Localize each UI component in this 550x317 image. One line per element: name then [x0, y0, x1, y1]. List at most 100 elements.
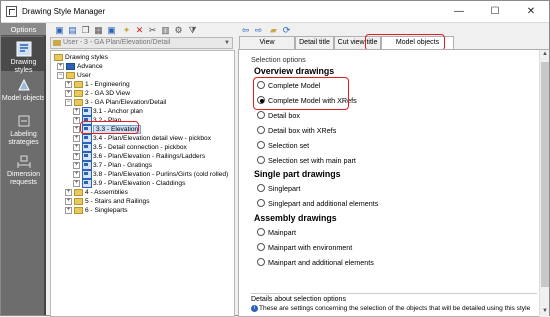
radio-label: Mainpart and additional elements — [268, 258, 374, 267]
new-icon[interactable]: ✦ — [121, 25, 132, 35]
delete-icon[interactable]: ✕ — [134, 25, 145, 35]
radio-label: Detail box with XRefs — [268, 126, 337, 135]
tree-node-assemblies[interactable]: +4 - Assemblies — [65, 188, 128, 197]
scrollbar-thumb[interactable] — [541, 62, 549, 287]
radio-circle[interactable] — [257, 184, 265, 193]
tree-node-ga-plan-elevation-detail[interactable]: − 3 - GA Plan/Elevation/Detail — [65, 98, 166, 107]
folder-icon[interactable]: ▰ — [268, 25, 279, 35]
tab-view-arrangement[interactable]: View arrangement — [239, 36, 295, 58]
chevron-down-icon[interactable]: ▼ — [224, 38, 230, 48]
expand-icon[interactable]: + — [73, 161, 80, 169]
expand-icon[interactable]: + — [73, 170, 80, 178]
filter-icon[interactable]: ⧩ — [187, 25, 198, 35]
tree-node-user[interactable]: − User — [57, 71, 91, 80]
save-as-icon[interactable]: ▤ — [67, 25, 78, 35]
scroll-up-icon[interactable]: ▲ — [541, 51, 549, 57]
settings-icon[interactable]: ⚙ — [173, 25, 184, 35]
paste-icon[interactable]: ▦ — [93, 25, 104, 35]
tree-node-ga-3d-view[interactable]: +2 - GA 3D View — [65, 89, 130, 98]
tree-node-stairs-railings[interactable]: +5 - Stairs and Railings — [65, 197, 150, 206]
labeling-icon — [18, 115, 29, 127]
properties-icon[interactable]: ▣ — [106, 25, 117, 35]
expand-icon[interactable]: + — [73, 179, 80, 187]
expand-icon[interactable]: + — [65, 206, 72, 214]
radio-circle[interactable] — [257, 156, 265, 165]
refresh-icon[interactable]: ⟳ — [281, 25, 292, 35]
details-section: Details about selection options i These … — [251, 293, 537, 317]
tree-node-engineering[interactable]: +1 - Engineering — [65, 80, 130, 89]
tree-node-purlins-girts[interactable]: +3.8 - Plan/Elevation - Purlins/Girts (c… — [73, 170, 228, 180]
drawing-style-icon — [82, 161, 92, 171]
expand-icon[interactable]: + — [73, 125, 80, 133]
radio-label: Selection set — [268, 141, 310, 150]
radio-circle[interactable] — [257, 228, 265, 237]
sidebar-item-dimension-requests[interactable]: Dimension requests — [1, 151, 46, 186]
copy-icon[interactable]: ❐ — [80, 25, 91, 35]
folder-icon — [66, 71, 75, 79]
tree-node-singleparts[interactable]: +6 - Singleparts — [65, 206, 128, 215]
maximize-button[interactable]: ☐ — [477, 1, 513, 22]
save-icon[interactable]: ▣ — [54, 25, 65, 35]
expand-icon[interactable]: + — [65, 89, 72, 97]
tree-node-gratings[interactable]: +3.7 - Plan - Gratings — [73, 161, 152, 171]
radio-mainpart[interactable]: Mainpart — [257, 228, 296, 237]
tree-node-advance[interactable]: + Advance — [57, 62, 103, 71]
drawing-styles-tree[interactable]: Drawing styles + Advance − User +1 - Engin… — [50, 50, 235, 317]
collapse-icon[interactable]: − — [65, 98, 72, 106]
radio-circle[interactable] — [257, 111, 265, 120]
radio-selection-set[interactable]: Selection set — [257, 141, 309, 150]
forward-icon[interactable]: ⇨ — [253, 25, 264, 35]
minimize-button[interactable]: — — [441, 1, 477, 22]
tree-node-label: 3.5 - Detail connection - pickbox — [93, 144, 187, 151]
radio-circle[interactable] — [257, 258, 265, 267]
tree-node-detail-view-pickbox[interactable]: +3.4 - Plan/Elevation detail view - pick… — [73, 134, 212, 144]
tree-node-label: 6 - Singleparts — [85, 207, 128, 214]
tab-detail-title[interactable]: Detail title — [295, 36, 334, 49]
style-selector-combo[interactable]: User - 3 - GA Plan/Elevation/Detail ▼ — [50, 37, 233, 49]
close-button[interactable]: ✕ — [513, 1, 549, 22]
expand-icon[interactable]: + — [65, 197, 72, 205]
assembly-drawings-heading: Assembly drawings — [254, 213, 337, 223]
radio-circle[interactable] — [257, 199, 265, 208]
sidebar-item-label: Dimension requests — [6, 171, 41, 186]
expand-icon[interactable]: + — [65, 80, 72, 88]
back-icon[interactable]: ⇦ — [240, 25, 251, 35]
vertical-scrollbar[interactable]: ▲ ▼ — [539, 50, 549, 317]
cut-icon[interactable]: ✂ — [147, 25, 158, 35]
radio-selection-set-main-part[interactable]: Selection set with main part — [257, 156, 356, 165]
sidebar-item-drawing-styles[interactable]: Drawing styles — [1, 37, 46, 74]
expand-icon[interactable]: + — [73, 116, 80, 124]
tree-node-detail-connection[interactable]: +3.5 - Detail connection - pickbox — [73, 143, 187, 153]
radio-singlepart[interactable]: Singlepart — [257, 184, 300, 193]
paste-2-icon[interactable]: ▥ — [160, 25, 171, 35]
radio-detail-box[interactable]: Detail box — [257, 111, 300, 120]
sidebar-item-label: Drawing styles — [10, 59, 37, 74]
tree-node-label: 3.4 - Plan/Elevation detail view - pickb… — [93, 135, 212, 142]
radio-circle[interactable] — [257, 243, 265, 252]
radio-circle[interactable] — [257, 141, 265, 150]
folder-icon — [54, 53, 63, 61]
model-objects-icon — [17, 78, 30, 91]
expand-icon[interactable]: + — [73, 134, 80, 142]
tree-node-anchor-plan[interactable]: +3.1 - Anchor plan — [73, 107, 143, 117]
sidebar-item-labeling-strategies[interactable]: Labeling strategies — [1, 111, 46, 146]
radio-circle[interactable] — [257, 126, 265, 135]
radio-mainpart-environment[interactable]: Mainpart with environment — [257, 243, 352, 252]
radio-singlepart-additional[interactable]: Singlepart and additional elements — [257, 199, 378, 208]
radio-detail-box-xrefs[interactable]: Detail box with XRefs — [257, 126, 336, 135]
tree-node-root[interactable]: Drawing styles — [54, 53, 108, 62]
sidebar-item-model-objects[interactable]: Model objects — [1, 75, 46, 105]
tree-node-railings-ladders[interactable]: +3.6 - Plan/Elevation - Railings/Ladders — [73, 152, 205, 162]
radio-label: Singlepart and additional elements — [268, 199, 379, 208]
expand-icon[interactable]: + — [73, 107, 80, 115]
scroll-down-icon[interactable]: ▼ — [541, 308, 549, 314]
expand-icon[interactable]: + — [73, 152, 80, 160]
single-part-drawings-heading: Single part drawings — [254, 169, 341, 179]
collapse-icon[interactable]: − — [57, 71, 64, 79]
expand-icon[interactable]: + — [65, 188, 72, 196]
tree-node-label: 4 - Assemblies — [85, 189, 128, 196]
expand-icon[interactable]: + — [73, 143, 80, 151]
radio-mainpart-additional[interactable]: Mainpart and additional elements — [257, 258, 374, 267]
expand-icon[interactable]: + — [57, 62, 64, 70]
tree-node-claddings[interactable]: +3.9 - Plan/Elevation - Claddings — [73, 179, 185, 189]
